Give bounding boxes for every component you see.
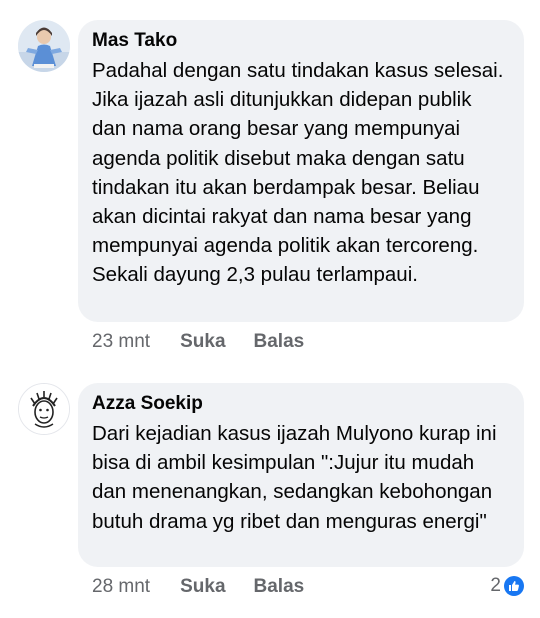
thumbs-up-icon: [504, 576, 524, 596]
reaction-count: 2: [490, 575, 501, 596]
avatar[interactable]: [18, 383, 70, 435]
comment-timestamp[interactable]: 23 mnt: [92, 331, 150, 353]
reply-button[interactable]: Balas: [254, 576, 305, 598]
like-button[interactable]: Suka: [180, 576, 225, 598]
comment-actions: 23 mnt Suka Balas: [92, 331, 304, 353]
comment-bubble: Azza Soekip Dari kejadian kasus ijazah M…: [78, 383, 524, 567]
comment-bubble: Mas Tako Padahal dengan satu tindakan ka…: [78, 20, 524, 322]
like-button[interactable]: Suka: [180, 331, 225, 353]
comment-text: Padahal dengan satu tindakan kasus seles…: [92, 59, 504, 287]
avatar-image: [19, 384, 69, 434]
comment-author[interactable]: Mas Tako: [92, 28, 508, 54]
comment-timestamp[interactable]: 28 mnt: [92, 576, 150, 598]
comment-actions: 28 mnt Suka Balas: [92, 576, 304, 598]
reply-button[interactable]: Balas: [254, 331, 305, 353]
reaction-summary[interactable]: 2: [490, 575, 524, 597]
avatar-image: [18, 20, 70, 72]
comment-text: Dari kejadian kasus ijazah Mulyono kurap…: [92, 422, 497, 533]
comment-author[interactable]: Azza Soekip: [92, 391, 508, 417]
avatar[interactable]: [18, 20, 70, 72]
